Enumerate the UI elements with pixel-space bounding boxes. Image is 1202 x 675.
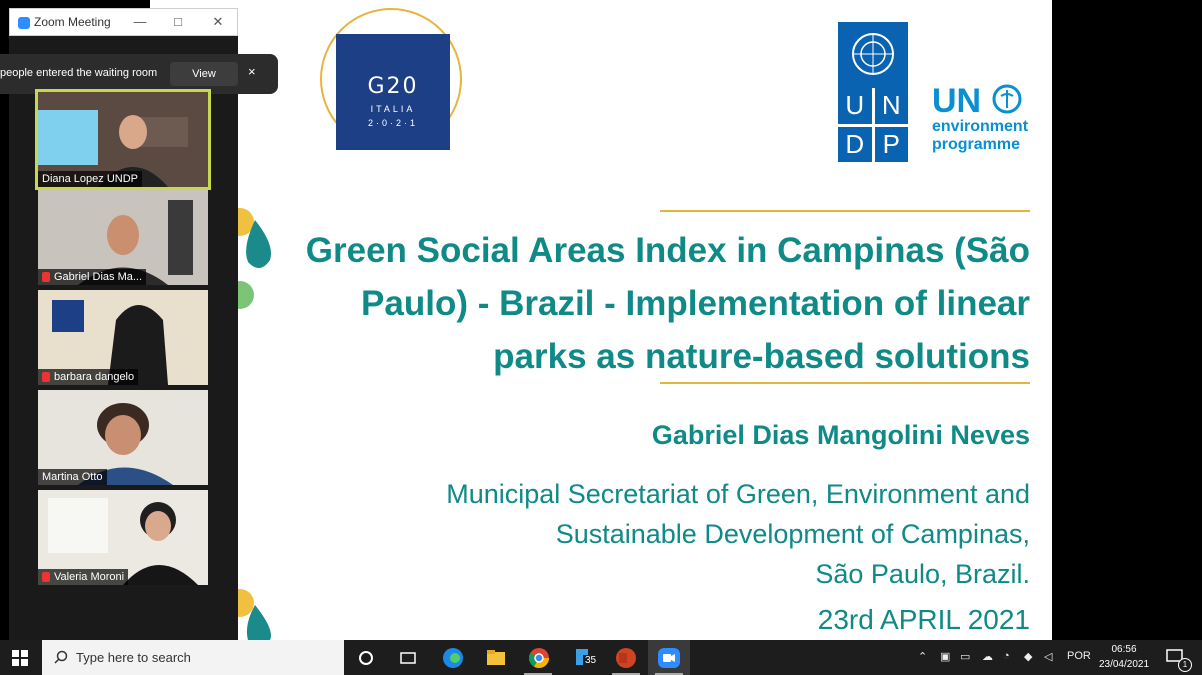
affiliation-line-1: Municipal Secretariat of Green, Environm…: [446, 479, 1030, 509]
undp-letter-d: D: [838, 126, 872, 162]
undp-logo: U N D P: [838, 22, 908, 162]
participant-name: barbara dangelo: [38, 369, 139, 385]
tray-volume-icon[interactable]: ◁: [1044, 650, 1052, 663]
tray-wifi-icon[interactable]: ◔: [1003, 650, 1010, 662]
language-indicator[interactable]: POR: [1067, 650, 1091, 662]
unep-emblem-icon: [992, 84, 1022, 114]
participant-tile[interactable]: barbara dangelo: [38, 290, 208, 385]
zoom-logo-icon: [18, 17, 30, 29]
unep-un: UN: [932, 82, 982, 120]
unep-environment: environment: [932, 118, 1029, 135]
un-emblem-icon: [852, 33, 894, 75]
windows-taskbar: Type here to search 35 ⌃ ▣ ▭ ☁ ◔ ◆ ◁ POR…: [0, 640, 1202, 675]
tray-dropbox-icon[interactable]: ◆: [1024, 650, 1032, 663]
edge-browser-icon[interactable]: [441, 646, 465, 670]
clock-date: 23/04/2021: [1098, 659, 1150, 670]
zoom-app-icon: [658, 648, 680, 668]
participant-name: Valeria Moroni: [38, 569, 129, 585]
affiliation-line-3: São Paulo, Brazil.: [815, 559, 1030, 589]
unep-programme: programme: [932, 136, 1021, 153]
windows-start-icon[interactable]: [12, 650, 28, 666]
title-line-1: Green Social Areas Index in Campinas (Sã…: [305, 231, 1030, 270]
tray-chevron-icon[interactable]: ⌃: [918, 650, 927, 663]
slide-affiliation: Municipal Secretariat of Green, Environm…: [350, 474, 1030, 594]
zoom-window-titlebar[interactable]: Zoom Meeting — □ ✕: [9, 8, 238, 36]
notification-close-button[interactable]: ×: [248, 64, 256, 79]
close-window-button[interactable]: ✕: [208, 13, 228, 31]
top-rule: [660, 210, 1030, 212]
un-environment-logo: UN environment programme: [932, 84, 1028, 154]
task-view-icon[interactable]: [396, 646, 420, 670]
participant-tile[interactable]: Martina Otto: [38, 390, 208, 485]
maximize-button[interactable]: □: [168, 13, 188, 31]
slide-title: Green Social Areas Index in Campinas (Sã…: [290, 224, 1030, 383]
tray-cloud-icon[interactable]: ☁: [982, 650, 993, 663]
chrome-icon[interactable]: [527, 646, 551, 670]
g20-logo-text: G20: [367, 74, 419, 99]
slide-author: Gabriel Dias Mangolini Neves: [651, 420, 1030, 450]
powerpoint-icon[interactable]: [614, 646, 638, 670]
taskbar-clock[interactable]: 06:56 23/04/2021: [1094, 642, 1154, 672]
undp-letter-n: N: [874, 88, 908, 124]
presentation-slide: G20 ITALIA 2·0·2·1 U N D P UN environmen…: [150, 0, 1052, 640]
cortana-icon[interactable]: [354, 646, 378, 670]
waiting-room-notification: people entered the waiting room View ×: [0, 54, 278, 94]
minimize-button[interactable]: —: [130, 13, 150, 31]
notification-count-badge: 1: [1178, 658, 1192, 672]
slide-date: 23rd APRIL 2021: [817, 604, 1030, 635]
screen-margin: [1052, 0, 1202, 640]
app-badge-count: 35: [583, 655, 599, 666]
notification-text: people entered the waiting room: [0, 67, 158, 79]
file-explorer-icon[interactable]: [484, 646, 508, 670]
participant-tile[interactable]: Valeria Moroni: [38, 490, 208, 585]
affiliation-line-2: Sustainable Development of Campinas,: [555, 519, 1030, 549]
tray-meet-icon[interactable]: ▣: [940, 650, 950, 663]
search-icon: [54, 650, 68, 664]
view-button[interactable]: View: [170, 62, 238, 86]
muted-mic-icon: [42, 372, 50, 383]
muted-mic-icon: [42, 572, 50, 583]
participant-name: Martina Otto: [38, 469, 107, 485]
taskbar-search-box[interactable]: Type here to search: [42, 640, 344, 675]
g20-logo-year: 2·0·2·1: [367, 118, 418, 128]
muted-mic-icon: [42, 272, 50, 283]
clock-time: 06:56: [1111, 644, 1137, 655]
undp-letter-u: U: [838, 88, 872, 124]
title-line-2: Paulo) - Brazil - Implementation of line…: [361, 284, 1030, 323]
participant-name: Diana Lopez UNDP: [38, 171, 142, 187]
bottom-rule: [660, 382, 1030, 384]
search-placeholder: Type here to search: [76, 650, 191, 665]
participant-tile[interactable]: Gabriel Dias Ma...: [38, 190, 208, 285]
g20-italia-logo: G20 ITALIA 2·0·2·1: [320, 8, 462, 150]
title-line-3: parks as nature-based solutions: [493, 337, 1030, 376]
zoom-taskbar-button[interactable]: [648, 640, 690, 675]
participant-name: Gabriel Dias Ma...: [38, 269, 147, 285]
participant-tile[interactable]: Diana Lopez UNDP: [35, 89, 211, 190]
tray-device-icon[interactable]: ▭: [960, 650, 970, 663]
g20-logo-sub: ITALIA: [370, 104, 416, 114]
window-title: Zoom Meeting: [34, 15, 111, 29]
undp-letter-p: P: [874, 126, 908, 162]
